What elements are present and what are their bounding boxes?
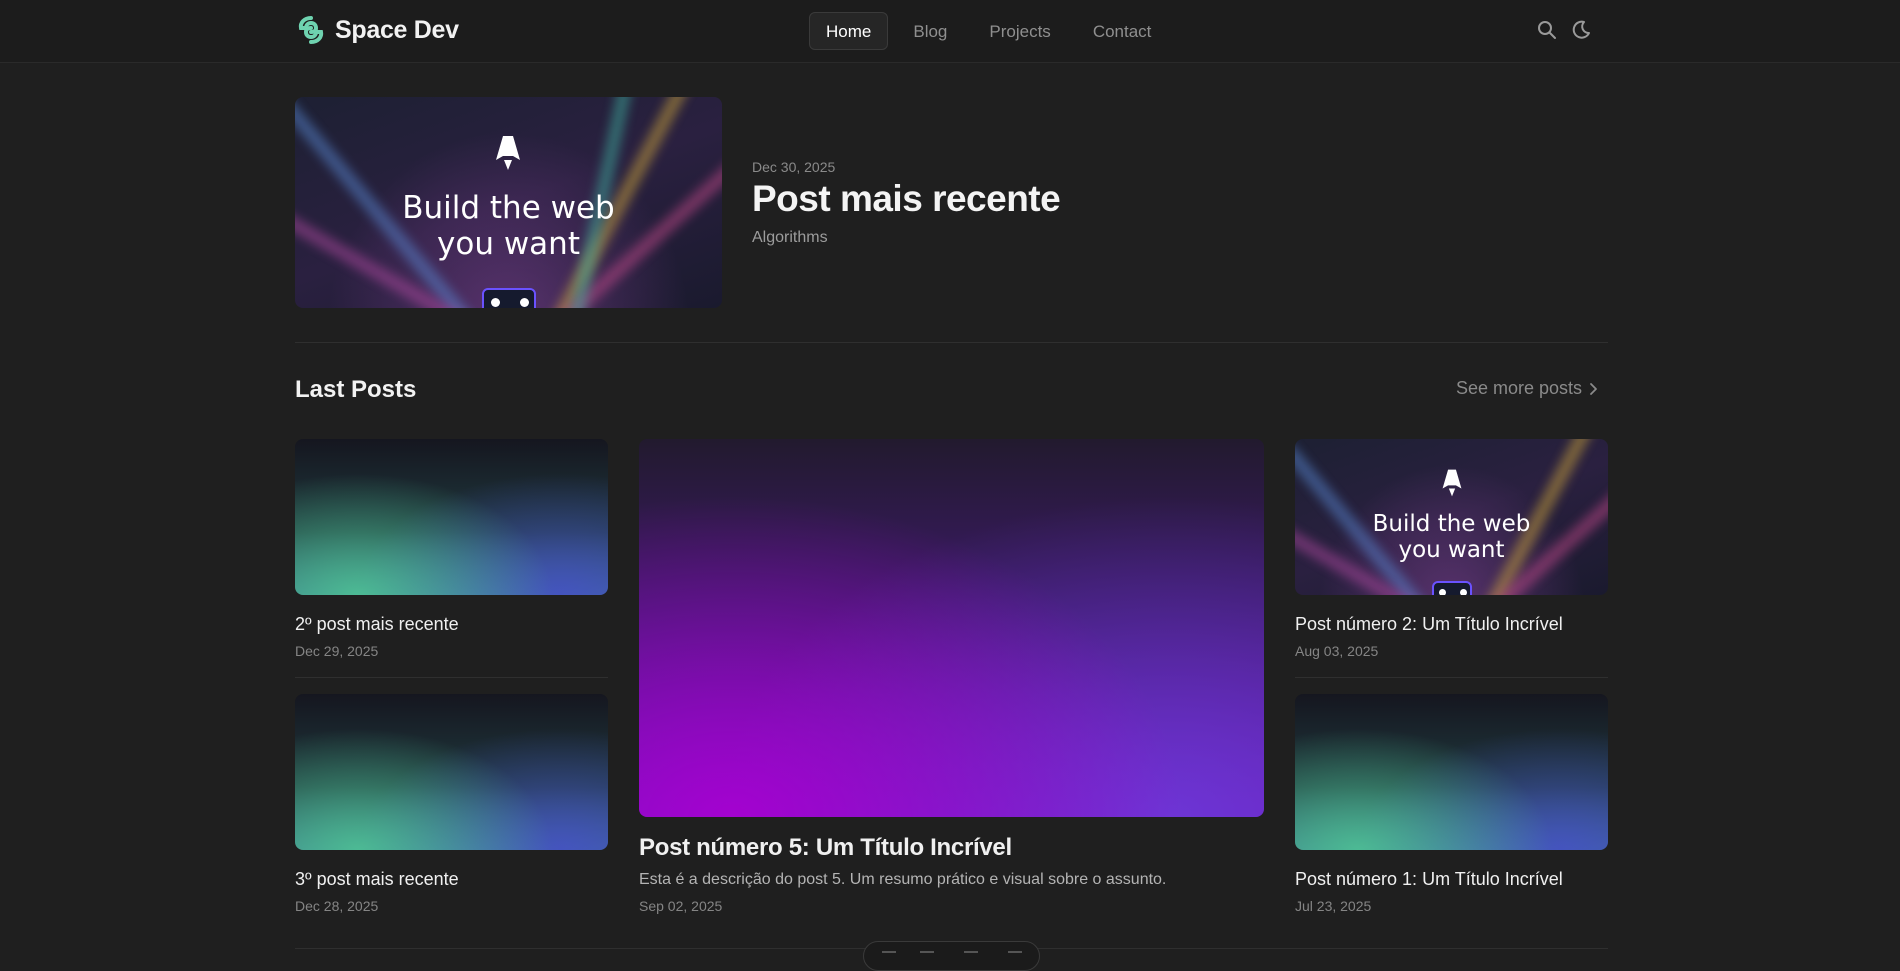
site-header: Space Dev Home Blog Projects Contact: [0, 0, 1900, 63]
post-title-n2[interactable]: Post número 2: Um Título Incrível: [1295, 614, 1563, 635]
site-name: Space Dev: [335, 15, 459, 44]
moon-icon[interactable]: [1570, 19, 1592, 41]
post-card-image-5[interactable]: [639, 439, 1264, 817]
site-logo[interactable]: Space Dev: [295, 14, 459, 46]
see-more-link[interactable]: See more posts: [1456, 378, 1600, 399]
card-divider: [1295, 677, 1608, 678]
astro-banner: Build the web you want: [295, 97, 722, 308]
see-more-label: See more posts: [1456, 378, 1583, 398]
post-card-image-n1[interactable]: [1295, 694, 1608, 850]
robot-icon: [481, 288, 536, 308]
nav-projects[interactable]: Projects: [972, 12, 1067, 50]
chevron-right-icon: [1590, 382, 1597, 395]
post-card-image-3rd[interactable]: [295, 694, 608, 850]
nav-contact[interactable]: Contact: [1076, 12, 1169, 50]
post-title-2nd[interactable]: 2º post mais recente: [295, 614, 459, 635]
post-date-3rd: Dec 28, 2025: [295, 898, 379, 914]
featured-post-title[interactable]: Post mais recente: [752, 178, 1061, 220]
post-date-5: Sep 02, 2025: [639, 898, 723, 914]
post-title-3rd[interactable]: 3º post mais recente: [295, 869, 459, 890]
featured-post-tag[interactable]: Algorithms: [752, 229, 828, 247]
featured-post-image[interactable]: Build the web you want: [295, 97, 722, 308]
post-date-2nd: Dec 29, 2025: [295, 643, 379, 659]
dev-toolbar[interactable]: [863, 941, 1040, 971]
banner-line-2: you want: [437, 225, 580, 262]
post-title-5[interactable]: Post número 5: Um Título Incrível: [639, 834, 1012, 862]
post-card-image-n2[interactable]: Build the web you want: [1295, 439, 1608, 595]
section-divider: [295, 342, 1608, 343]
post-date-n1: Jul 23, 2025: [1295, 898, 1372, 914]
banner-line-1: Build the web: [1372, 511, 1531, 537]
search-icon[interactable]: [1536, 19, 1558, 41]
robot-icon: [1431, 581, 1472, 595]
main-nav: Home Blog Projects Contact: [809, 12, 1168, 50]
banner-line-2: you want: [1398, 537, 1505, 564]
post-title-n1[interactable]: Post número 1: Um Título Incrível: [1295, 869, 1563, 890]
nav-home[interactable]: Home: [809, 12, 889, 50]
featured-post-date: Dec 30, 2025: [752, 159, 836, 175]
post-date-n2: Aug 03, 2025: [1295, 643, 1379, 659]
post-card-image-2nd[interactable]: [295, 439, 608, 595]
nav-blog[interactable]: Blog: [896, 12, 964, 50]
logo-icon: [298, 16, 324, 44]
last-posts-heading: Last Posts: [295, 376, 417, 403]
card-divider: [295, 677, 608, 678]
astro-logo-icon: [496, 136, 520, 170]
astro-banner: Build the web you want: [1295, 439, 1608, 595]
header-actions: [1536, 19, 1592, 41]
banner-line-1: Build the web: [402, 190, 615, 226]
post-description-5: Esta é a descrição do post 5. Um resumo …: [639, 871, 1167, 888]
astro-logo-icon: [1442, 469, 1462, 497]
